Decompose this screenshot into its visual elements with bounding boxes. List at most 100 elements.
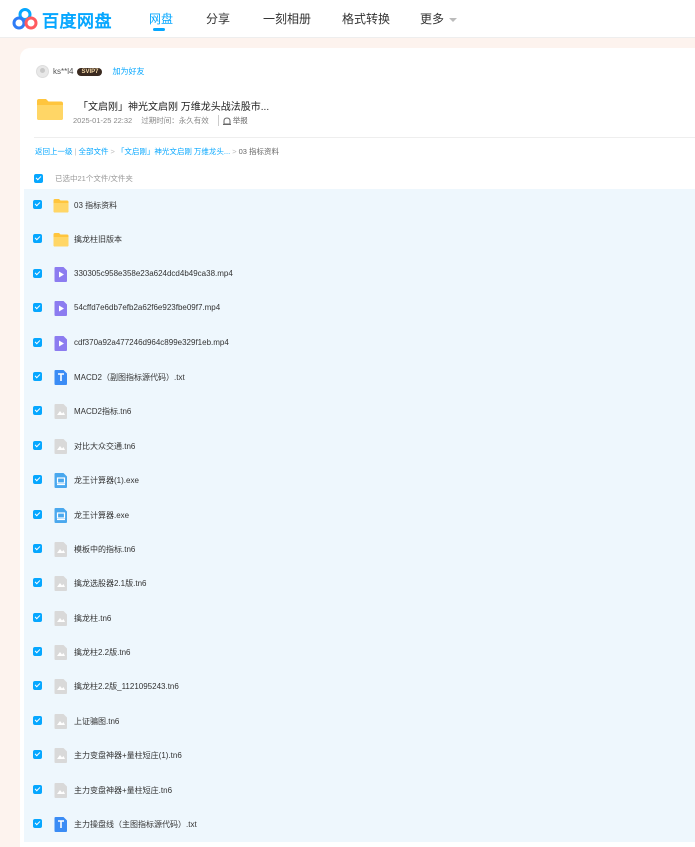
breadcrumb-folder[interactable]: 「文启刚」神光文启刚 万维龙头... (117, 147, 230, 156)
file-row[interactable]: 主力变盘神器+量柱短庄.tn6 (24, 774, 695, 808)
file-checkbox[interactable] (33, 475, 42, 485)
breadcrumb-separator: > (232, 147, 237, 156)
file-checkbox[interactable] (33, 819, 42, 829)
breadcrumb-separator: | (74, 147, 77, 156)
file-row[interactable]: 擒龙柱.tn6 (24, 602, 695, 636)
nav-netdisk[interactable]: 网盘 (149, 10, 173, 27)
file-row[interactable]: 对比大众交通.tn6 (24, 430, 695, 464)
unknown-file-icon (53, 678, 69, 695)
folder-icon (53, 197, 69, 214)
file-name[interactable]: 擒龙柱旧版本 (74, 234, 122, 245)
file-name[interactable]: MACD2（副图指标源代码）.txt (74, 372, 185, 383)
file-checkbox[interactable] (33, 578, 42, 588)
file-row[interactable]: cdf370a92a477246d964c899e329f1eb.mp4 (24, 327, 695, 361)
file-name[interactable]: 主力变盘神器+量柱短庄.tn6 (74, 785, 172, 796)
file-row[interactable]: MACD2（副图指标源代码）.txt (24, 361, 695, 395)
file-name[interactable]: 主力变盘神器+量柱短庄(1).tn6 (74, 750, 182, 761)
file-row[interactable]: 54cffd7e6db7efb2a62f6e923fbe09f7.mp4 (24, 292, 695, 326)
file-name[interactable]: 54cffd7e6db7efb2a62f6e923fbe09f7.mp4 (74, 303, 220, 312)
file-name[interactable]: MACD2指标.tn6 (74, 406, 131, 417)
file-row[interactable]: 龙王计算器(1).exe (24, 464, 695, 498)
breadcrumb-separator: > (110, 147, 115, 156)
share-date: 2025-01-25 22:32 (73, 116, 133, 125)
file-checkbox[interactable] (33, 337, 42, 347)
nav-share[interactable]: 分享 (206, 10, 230, 27)
nav-more-label: 更多 (420, 12, 445, 26)
report-label: 举报 (232, 116, 248, 125)
unknown-file-icon (53, 747, 69, 764)
file-checkbox[interactable] (33, 543, 42, 553)
file-name[interactable]: 龙王计算器.exe (74, 510, 129, 521)
select-all-row: 已选中21个文件/文件夹 (34, 173, 133, 184)
nav-more[interactable]: 更多 (420, 10, 458, 27)
report-icon (222, 116, 231, 125)
breadcrumb-back[interactable]: 返回上一级 (35, 147, 73, 156)
file-row[interactable]: 擒龙柱2.2版.tn6 (24, 636, 695, 670)
file-row[interactable]: 主力变盘神器+量柱短庄(1).tn6 (24, 739, 695, 773)
txt-icon (53, 816, 69, 833)
report-button[interactable]: 举报 (217, 115, 257, 126)
breadcrumb-all-files[interactable]: 全部文件 (78, 147, 108, 156)
file-name[interactable]: 龙王计算器(1).exe (74, 475, 139, 486)
file-row[interactable]: 擒龙柱2.2版_1121095243.tn6 (24, 670, 695, 704)
file-row[interactable]: 上证骗图.tn6 (24, 705, 695, 739)
file-name[interactable]: 擒龙柱2.2版_1121095243.tn6 (74, 681, 179, 692)
file-name[interactable]: 擒龙选股器2.1版.tn6 (74, 578, 146, 589)
file-row[interactable]: 模板中的指标.tn6 (24, 533, 695, 567)
breadcrumb-current: 03 指标资料 (238, 147, 280, 156)
file-checkbox[interactable] (33, 268, 42, 278)
file-name[interactable]: 主力操盘线（主图指标源代码）.txt (74, 819, 197, 830)
file-name[interactable]: cdf370a92a477246d964c899e329f1eb.mp4 (74, 338, 229, 347)
file-name[interactable]: 擒龙柱.tn6 (74, 613, 111, 624)
file-checkbox[interactable] (33, 612, 42, 622)
video-icon (53, 335, 69, 352)
select-all-checkbox[interactable] (34, 174, 43, 183)
unknown-file-icon (53, 610, 69, 627)
file-row[interactable]: 擒龙柱旧版本 (24, 223, 695, 257)
nav-album[interactable]: 一刻相册 (263, 10, 311, 27)
file-checkbox[interactable] (33, 509, 42, 519)
file-name[interactable]: 擒龙柱2.2版.tn6 (74, 647, 130, 658)
file-checkbox[interactable] (33, 406, 42, 416)
file-name[interactable]: 330305c958e358e23a624dcd4b49ca38.mp4 (74, 269, 233, 278)
file-checkbox[interactable] (33, 200, 42, 209)
file-checkbox[interactable] (33, 371, 42, 381)
logo[interactable]: 百度网盘 (12, 7, 112, 32)
share-meta: 2025-01-25 22:32 过期时间：永久有效 举报 (73, 115, 266, 126)
file-checkbox[interactable] (33, 715, 42, 725)
avatar[interactable] (36, 65, 49, 78)
unknown-file-icon (53, 644, 69, 661)
video-icon (53, 300, 69, 317)
file-name[interactable]: 03 指标资料 (74, 200, 117, 211)
file-row[interactable]: 龙王计算器.exe (24, 499, 695, 533)
file-list: 03 指标资料 擒龙柱旧版本 330305c958e358e23a624dcd4b4… (24, 189, 695, 843)
file-checkbox[interactable] (33, 681, 42, 691)
top-bar: 百度网盘 网盘 分享 一刻相册 格式转换 更多 (0, 0, 695, 38)
txt-icon (53, 369, 69, 386)
file-row[interactable]: 擒龙选股器2.1版.tn6 (24, 567, 695, 601)
share-expiry: 过期时间：永久有效 (141, 116, 209, 125)
exe-icon (53, 507, 69, 524)
file-name[interactable]: 上证骗图.tn6 (74, 716, 119, 727)
file-checkbox[interactable] (33, 750, 42, 760)
file-name[interactable]: 对比大众交通.tn6 (74, 441, 135, 452)
file-checkbox[interactable] (33, 647, 42, 657)
file-checkbox[interactable] (33, 440, 42, 450)
file-checkbox[interactable] (33, 303, 42, 313)
file-checkbox[interactable] (33, 784, 42, 794)
exe-icon (53, 472, 69, 489)
file-row[interactable]: 主力操盘线（主图指标源代码）.txt (24, 808, 695, 842)
share-card: ks**l4 SVIP7 加为好友 「文启刚」神光文启刚 万维龙头战法股市...… (20, 48, 695, 847)
file-row[interactable]: 03 指标资料 (24, 189, 695, 223)
file-row[interactable]: MACD2指标.tn6 (24, 395, 695, 429)
logo-text: 百度网盘 (42, 11, 112, 32)
unknown-file-icon (53, 713, 69, 730)
file-name[interactable]: 模板中的指标.tn6 (74, 544, 135, 555)
file-checkbox[interactable] (33, 234, 42, 244)
share-title: 「文启刚」神光文启刚 万维龙头战法股市... (78, 102, 270, 113)
unknown-file-icon (53, 575, 69, 592)
file-row[interactable]: 330305c958e358e23a624dcd4b49ca38.mp4 (24, 258, 695, 292)
sharer-name: ks**l4 (53, 67, 74, 76)
nav-format-convert[interactable]: 格式转换 (342, 10, 390, 27)
add-friend-link[interactable]: 加为好友 (112, 66, 144, 77)
